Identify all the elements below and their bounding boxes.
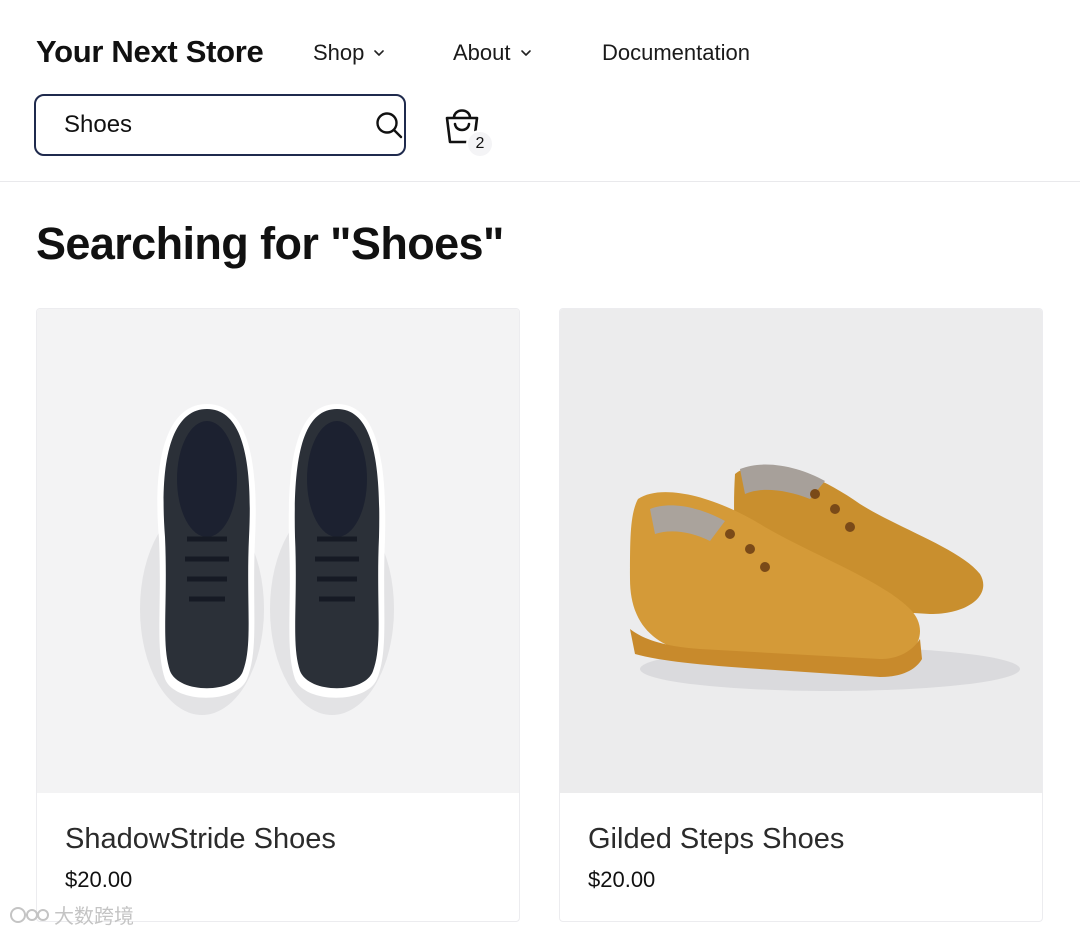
chevron-down-icon	[374, 50, 385, 56]
watermark-text: 大数跨境	[54, 906, 134, 928]
search-input[interactable]	[64, 111, 374, 139]
page: Your Next Store Shop About Documentation	[0, 0, 1080, 937]
search-box	[34, 94, 406, 156]
product-name: ShadowStride Shoes	[65, 823, 336, 855]
store-logo[interactable]: Your Next Store	[36, 34, 264, 70]
product-name: Gilded Steps Shoes	[588, 823, 845, 855]
page-title: Searching for "Shoes"	[36, 218, 504, 269]
search-button[interactable]	[374, 107, 404, 143]
product-card[interactable]: ShadowStride Shoes $20.00	[36, 308, 520, 922]
nav-shop[interactable]: Shop	[313, 40, 386, 66]
watermark-logo-icon	[10, 906, 49, 923]
product-image	[560, 309, 1042, 793]
cart-button[interactable]: 2	[440, 102, 500, 160]
nav-shop-label: Shop	[313, 40, 365, 65]
tan-sneakers-image	[630, 464, 1020, 691]
site-header: Your Next Store Shop About Documentation	[0, 0, 1080, 182]
product-card[interactable]: Gilded Steps Shoes $20.00	[559, 308, 1043, 922]
chevron-down-icon	[520, 50, 531, 56]
nav-documentation-label: Documentation	[602, 40, 750, 65]
product-price: $20.00	[588, 867, 656, 892]
product-image	[37, 309, 519, 793]
nav-about[interactable]: About	[453, 40, 533, 66]
search-icon	[376, 112, 403, 139]
nav-about-label: About	[453, 40, 511, 65]
product-price: $20.00	[65, 867, 133, 892]
cart-count-badge: 2	[466, 130, 494, 158]
black-sneakers-image	[140, 404, 394, 715]
watermark: 大数跨境	[10, 900, 134, 929]
nav-documentation[interactable]: Documentation	[602, 40, 750, 66]
